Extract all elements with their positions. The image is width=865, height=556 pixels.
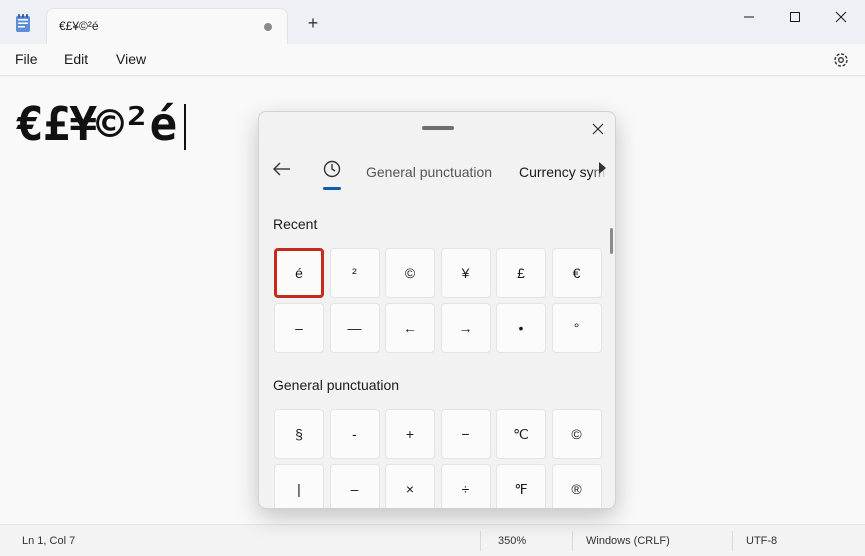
menu-edit[interactable]: Edit [64,51,88,67]
symbol-tile[interactable]: ℉ [496,464,546,508]
menu-view[interactable]: View [116,51,146,67]
minimize-button[interactable] [726,2,772,32]
symbol-tile[interactable]: § [274,409,324,459]
gear-icon[interactable] [832,51,850,69]
scroll-right-icon[interactable] [599,162,606,174]
section-title: General punctuation [273,377,400,393]
cursor-position: Ln 1, Col 7 [22,535,76,547]
text-caret [184,104,186,150]
symbol-tile[interactable]: - [329,409,380,459]
symbol-tile[interactable]: – [329,464,380,508]
symbol-tile[interactable]: → [440,303,491,353]
close-icon [592,123,604,135]
symbol-tile[interactable]: — [329,303,380,353]
tab-general-punctuation[interactable]: General punctuation [366,164,492,180]
symbol-tile[interactable]: é [274,248,324,298]
close-window-button[interactable] [818,2,864,32]
symbol-tile[interactable]: © [385,248,435,298]
symbol-tile[interactable]: © [551,409,602,459]
document-tab[interactable]: €£¥©²é [46,8,288,44]
symbol-tile[interactable]: ÷ [440,464,491,508]
panel-close-button[interactable] [588,119,608,139]
symbol-tile[interactable]: £ [496,248,546,298]
menu-bar: File Edit View [0,44,865,76]
notepad-icon [16,14,30,32]
section-title: Recent [273,216,318,232]
symbol-panel: General punctuation Currency symb Recent… [258,111,616,509]
drag-handle[interactable] [422,126,454,130]
menu-file[interactable]: File [15,51,38,67]
symbol-tile[interactable]: − [440,409,491,459]
unsaved-indicator-icon[interactable] [264,23,272,31]
active-tab-indicator [323,187,341,190]
symbol-tile[interactable]: | [274,464,324,508]
symbol-tile[interactable]: + [385,409,435,459]
symbol-tile[interactable]: ® [551,464,602,508]
symbol-tile[interactable]: € [551,248,602,298]
symbol-tile[interactable]: • [496,303,546,353]
status-divider [572,531,573,551]
symbol-tile[interactable]: ℃ [496,409,546,459]
maximize-button[interactable] [772,2,818,32]
new-tab-button[interactable]: + [303,14,323,34]
symbol-tile[interactable]: ° [551,303,602,353]
symbol-tile[interactable]: × [385,464,435,508]
encoding[interactable]: UTF-8 [746,535,777,547]
status-divider [732,531,733,551]
symbol-tile[interactable]: ¥ [440,248,491,298]
symbol-tile[interactable]: – [274,303,324,353]
panel-scrollbar[interactable] [610,228,613,254]
status-bar: Ln 1, Col 7 350% Windows (CRLF) UTF-8 [0,524,865,556]
maximize-icon [790,12,800,22]
editor-content[interactable]: €£¥©²é [16,97,177,151]
minimize-icon [744,16,754,18]
title-bar: €£¥©²é + [0,0,865,44]
line-ending[interactable]: Windows (CRLF) [586,535,670,547]
close-icon [835,11,847,23]
symbol-tile[interactable]: ² [329,248,380,298]
clock-icon[interactable] [321,158,343,180]
status-divider [480,531,481,551]
zoom-level[interactable]: 350% [498,535,526,547]
tab-title: €£¥©²é [59,19,99,33]
symbol-tile[interactable]: ← [385,303,435,353]
back-arrow-icon[interactable] [271,158,293,180]
